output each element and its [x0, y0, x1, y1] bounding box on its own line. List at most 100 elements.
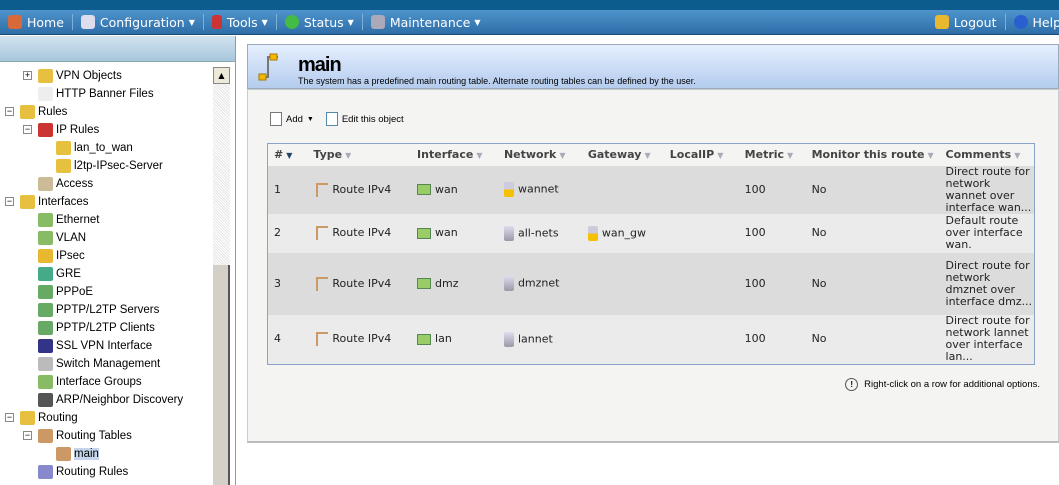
- home-icon: [8, 15, 22, 29]
- cell-monitor: No: [805, 213, 940, 253]
- tree-item[interactable]: lan_to_wan: [56, 139, 133, 157]
- collapse-icon[interactable]: −: [23, 431, 32, 440]
- tree-item[interactable]: Access: [38, 175, 93, 193]
- nav-status[interactable]: Status ▼: [277, 10, 362, 34]
- column-header[interactable]: Comments ▼: [939, 143, 1035, 166]
- cell-metric: 100: [738, 314, 806, 365]
- tree-item[interactable]: PPPoE: [38, 283, 93, 301]
- tree-item[interactable]: Routing: [20, 409, 78, 427]
- top-strip: [0, 0, 1059, 10]
- cell-num: 2: [267, 213, 308, 253]
- column-header[interactable]: Interface ▼: [411, 143, 498, 166]
- page-header: main The system has a predefined main ro…: [247, 44, 1059, 89]
- page-title: main: [298, 54, 342, 76]
- cell-comments: Direct route for network lannet over int…: [939, 314, 1035, 365]
- network-object-icon: [503, 331, 514, 347]
- nav-home[interactable]: Home: [0, 10, 72, 34]
- nav-tools[interactable]: Tools ▼: [204, 10, 276, 34]
- tree-item[interactable]: ARP/Neighbor Discovery: [38, 391, 183, 409]
- column-header[interactable]: Type ▼: [307, 143, 412, 166]
- sort-arrow-icon: ▼: [1014, 151, 1021, 161]
- tree-node-icon: [38, 285, 53, 299]
- tree-item[interactable]: IPsec: [38, 247, 85, 265]
- column-header[interactable]: LocalIP ▼: [663, 143, 739, 166]
- column-header[interactable]: Metric ▼: [738, 143, 806, 166]
- expand-icon[interactable]: +: [23, 71, 32, 80]
- sidebar-scrollbar[interactable]: ▲: [213, 67, 230, 485]
- tree-item[interactable]: Ethernet: [38, 211, 99, 229]
- help-icon: [1013, 15, 1028, 29]
- cell-type: Route IPv4: [307, 213, 412, 253]
- tree-node-icon: [38, 465, 53, 479]
- tree-item[interactable]: Rules: [20, 103, 67, 121]
- table-row[interactable]: 2 Route IPv4 wan all-nets wan_gw 100 No Default…: [267, 213, 1035, 253]
- add-button[interactable]: Add ▼: [270, 112, 314, 126]
- page-description: The system has a predefined main routing…: [298, 76, 696, 86]
- tree-node-icon: [38, 177, 53, 191]
- nav-maintenance[interactable]: Maintenance ▼: [363, 10, 489, 34]
- cell-monitor: No: [805, 165, 940, 214]
- main-nav: Home Configuration ▼ Tools ▼ Status ▼ Maint…: [0, 10, 1059, 35]
- column-header[interactable]: Gateway ▼: [581, 143, 664, 166]
- cell-gateway: [581, 314, 664, 365]
- cell-comments: Direct route for network dmznet over int…: [939, 252, 1035, 315]
- collapse-icon[interactable]: −: [5, 413, 14, 422]
- column-header[interactable]: # ▼: [267, 143, 308, 166]
- collapse-icon[interactable]: −: [23, 125, 32, 134]
- nav-configuration[interactable]: Configuration ▼: [73, 10, 203, 34]
- cell-interface: wan: [411, 165, 498, 214]
- column-header[interactable]: Network ▼: [497, 143, 582, 166]
- chevron-down-icon: ▼: [188, 17, 195, 27]
- cell-num: 4: [267, 314, 308, 365]
- help-button[interactable]: Help: [1006, 10, 1059, 34]
- cell-interface: dmz: [411, 252, 498, 315]
- scrollbar-thumb[interactable]: [213, 265, 230, 485]
- tree-item[interactable]: HTTP Banner Files: [38, 85, 154, 103]
- edit-object-button[interactable]: Edit this object: [325, 112, 404, 126]
- tree-item[interactable]: main: [56, 445, 99, 463]
- cell-comments: Direct route for network wannet over int…: [939, 165, 1035, 214]
- tree-item[interactable]: SSL VPN Interface: [38, 337, 152, 355]
- column-header[interactable]: Monitor this route ▼: [805, 143, 940, 166]
- tree-item[interactable]: VPN Objects: [38, 67, 122, 85]
- cell-metric: 100: [738, 165, 806, 214]
- scroll-up-arrow-icon[interactable]: ▲: [213, 67, 230, 84]
- tree-item[interactable]: Interfaces: [20, 193, 89, 211]
- table-row[interactable]: 3 Route IPv4 dmz dmznet 100 No Direct route fo…: [267, 252, 1035, 315]
- interface-icon: [417, 184, 432, 195]
- interface-icon: [417, 227, 432, 239]
- tree-node-icon: [38, 357, 53, 371]
- tree-item[interactable]: PPTP/L2TP Clients: [38, 319, 155, 337]
- maintenance-icon: [370, 15, 385, 29]
- tree-item[interactable]: VLAN: [38, 229, 86, 247]
- tree-node-icon: [38, 393, 53, 407]
- collapse-icon[interactable]: −: [5, 107, 14, 116]
- chevron-down-icon: ▼: [261, 17, 268, 27]
- tree-item[interactable]: GRE: [38, 265, 81, 283]
- interface-icon: [417, 333, 432, 345]
- tree-item[interactable]: PPTP/L2TP Servers: [38, 301, 159, 319]
- table-row[interactable]: 4 Route IPv4 lan lannet 100 No Direct route fo…: [267, 314, 1035, 365]
- tree-item[interactable]: Routing Rules: [38, 463, 128, 481]
- tree-node-icon: [38, 249, 53, 263]
- gateway-object-icon: [587, 225, 598, 241]
- logout-button[interactable]: Logout: [927, 10, 1005, 34]
- tree-item[interactable]: Interface Groups: [38, 373, 142, 391]
- cell-num: 3: [267, 252, 308, 315]
- cell-network: dmznet: [497, 252, 582, 315]
- tree-item[interactable]: Switch Management: [38, 355, 160, 373]
- sidebar-header: [0, 36, 235, 62]
- table-row[interactable]: 1 Route IPv4 wan wannet 100 No Direct route fo…: [267, 165, 1035, 214]
- cell-gateway: [581, 252, 664, 315]
- tree-item[interactable]: IP Rules: [38, 121, 99, 139]
- edit-icon: [325, 112, 338, 126]
- tree-node-icon: [38, 123, 53, 137]
- interface-icon: [417, 278, 432, 289]
- tree-node-icon: [38, 213, 53, 227]
- collapse-icon[interactable]: −: [5, 197, 14, 206]
- tree-node-icon: [38, 69, 53, 83]
- tree-item[interactable]: Routing Tables: [38, 427, 132, 445]
- routing-table-icon: [258, 53, 278, 81]
- tree-item[interactable]: l2tp-IPsec-Server: [56, 157, 163, 175]
- tree-node-icon: [38, 375, 53, 389]
